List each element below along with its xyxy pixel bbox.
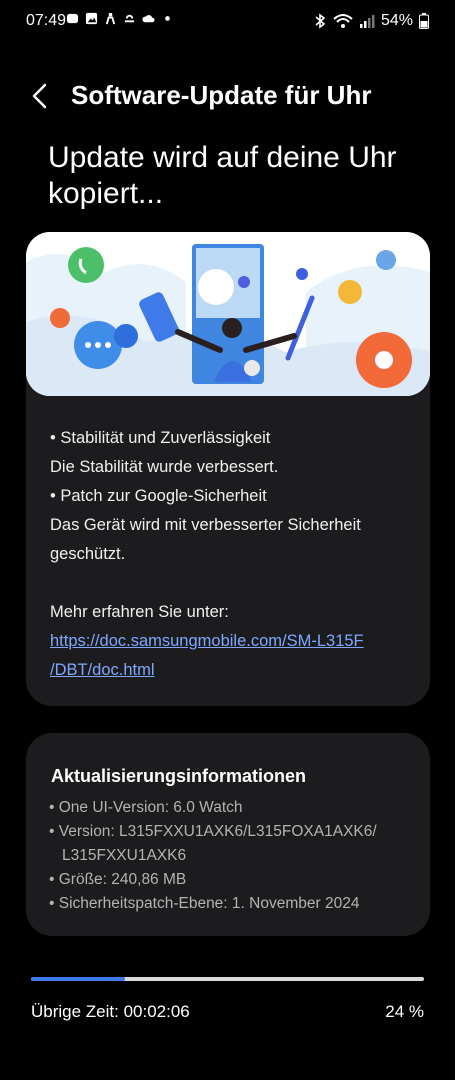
info-item: • One UI-Version: 6.0 Watch xyxy=(49,799,243,816)
note-line: geschützt. xyxy=(50,545,126,563)
accessibility-icon xyxy=(105,12,116,25)
progress-percent: 24 % xyxy=(385,1002,424,1021)
status-time: 07:49 xyxy=(26,12,67,29)
illustration-graphic xyxy=(26,232,430,396)
update-info-list: • One UI-Version: 6.0 Watch • Version: L… xyxy=(49,796,409,916)
more-info-label: Mehr erfahren Sie unter: xyxy=(50,603,229,621)
release-notes: • Stabilität und Zuverlässigkeit Die Sta… xyxy=(50,424,410,685)
cloud-icon xyxy=(142,15,155,23)
info-item: • Version: L315FXXU1AXK6/L315FOXA1AXK6/ xyxy=(49,823,377,840)
update-illustration xyxy=(26,232,430,396)
gallery-icon xyxy=(85,12,98,25)
info-item: • Größe: 240,86 MB xyxy=(49,871,187,888)
doc-link-part1[interactable]: https://doc.samsungmobile.com/SM-L315F xyxy=(50,627,410,656)
battery-icon xyxy=(419,13,429,29)
notification-icons xyxy=(66,12,174,25)
weather-icon xyxy=(124,14,135,23)
info-item: L315FXXU1AXK6 xyxy=(62,847,187,864)
update-info-title: Aktualisierungsinformationen xyxy=(51,766,307,786)
wifi-icon xyxy=(333,14,353,28)
progress-bar xyxy=(31,977,424,981)
signal-icon xyxy=(359,15,375,28)
note-line: • Stabilität und Zuverlässigkeit xyxy=(50,429,271,447)
doc-link-part2[interactable]: /DBT/doc.html xyxy=(50,656,410,685)
remaining-time: Übrige Zeit: 00:02:06 xyxy=(31,1002,190,1021)
back-button[interactable] xyxy=(28,80,56,112)
note-line: • Patch zur Google-Sicherheit xyxy=(50,487,267,505)
note-line: Die Stabilität wurde verbessert. xyxy=(50,458,279,476)
note-line: Das Gerät wird mit verbesserter Sicherhe… xyxy=(50,516,361,534)
bluetooth-icon xyxy=(315,13,326,29)
progress-fill xyxy=(31,977,126,981)
page-title: Software-Update für Uhr xyxy=(71,80,372,110)
message-icon xyxy=(66,13,79,24)
status-bar: 07:49 54% xyxy=(0,0,455,44)
system-icons: 54% xyxy=(313,12,429,30)
info-item: • Sicherheitspatch-Ebene: 1. November 20… xyxy=(49,895,360,912)
dot-icon xyxy=(165,16,170,21)
update-status-headline: Update wird auf deine Uhr kopiert... xyxy=(48,141,397,210)
battery-percent: 54% xyxy=(380,12,413,29)
